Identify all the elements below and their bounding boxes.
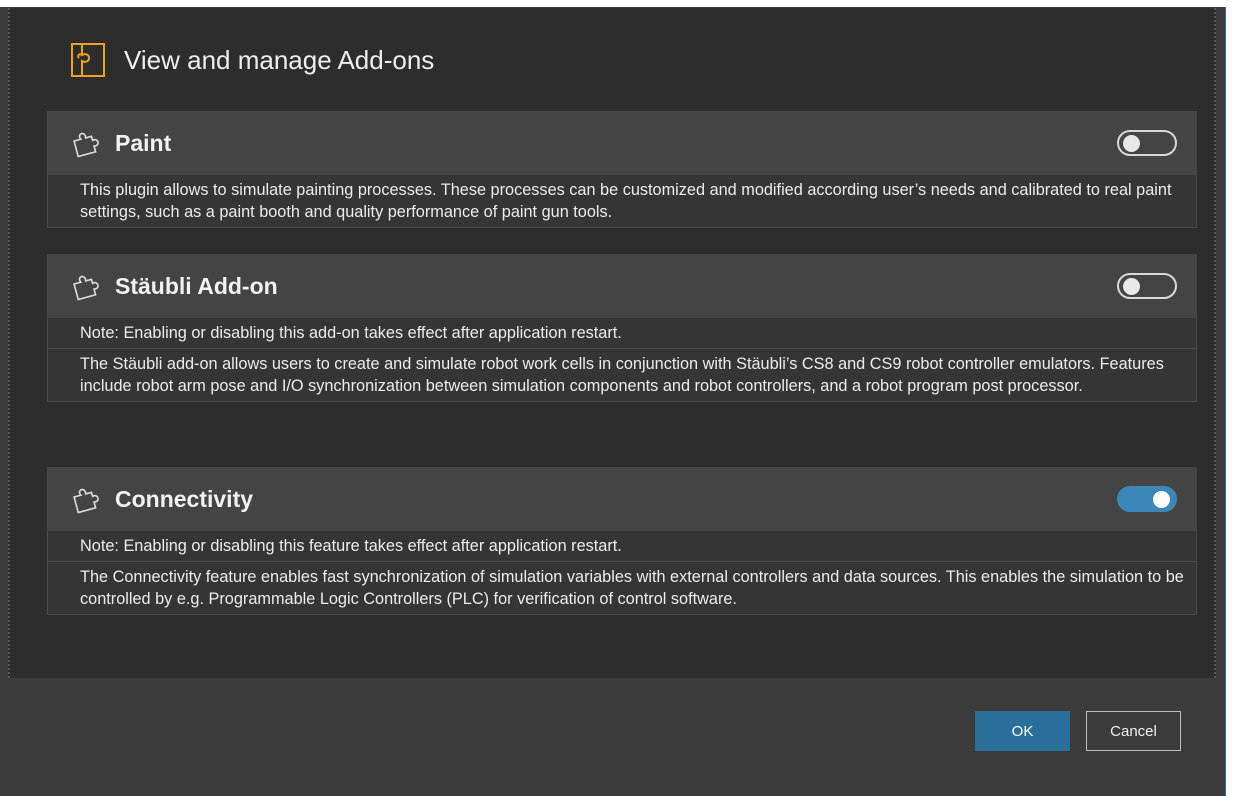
toggle-knob [1123,135,1140,152]
cancel-button[interactable]: Cancel [1086,711,1181,751]
puzzle-icon [73,488,99,514]
addon-card-paint: Paint This plugin allows to simulate pai… [47,111,1197,228]
addon-description-paint: This plugin allows to simulate painting … [47,175,1197,228]
addon-card-connectivity: Connectivity Note: Enabling or disabling… [47,467,1197,615]
toggle-paint[interactable] [1117,130,1177,156]
dialog-title: View and manage Add-ons [124,44,435,75]
addon-card-staubli: Stäubli Add-on Note: Enabling or disabli… [47,254,1197,402]
addon-header-staubli: Stäubli Add-on [47,254,1197,318]
toggle-connectivity[interactable] [1117,486,1177,512]
window-frame-top [0,0,1233,7]
addon-name-connectivity: Connectivity [115,485,254,512]
ok-button[interactable]: OK [975,711,1070,751]
toggle-staubli[interactable] [1117,273,1177,299]
puzzle-icon [73,275,99,301]
toggle-knob [1123,278,1140,295]
addon-header-paint: Paint [47,111,1197,175]
addon-description-staubli: The Stäubli add-on allows users to creat… [47,349,1197,402]
puzzle-icon [73,132,99,158]
addon-header-connectivity: Connectivity [47,467,1197,531]
addon-note-staubli: Note: Enabling or disabling this add-on … [47,318,1197,349]
dialog-header: View and manage Add-ons [70,42,434,78]
addon-name-staubli: Stäubli Add-on [115,272,278,299]
window-border-accent [1225,7,1226,796]
toggle-knob [1153,491,1170,508]
addons-logo-icon [71,43,105,77]
addon-description-connectivity: The Connectivity feature enables fast sy… [47,562,1197,615]
window-frame-right [1226,0,1233,796]
addon-name-paint: Paint [115,129,172,156]
addons-panel: View and manage Add-ons Paint This plugi… [8,8,1216,678]
addon-note-connectivity: Note: Enabling or disabling this feature… [47,531,1197,562]
